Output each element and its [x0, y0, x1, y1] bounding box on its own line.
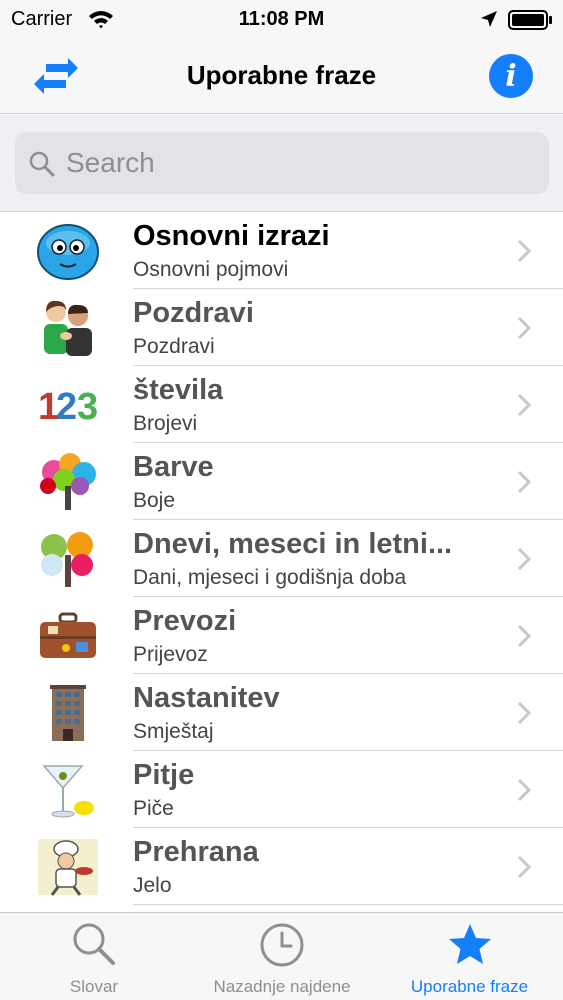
row-title: Dnevi, meseci in letni...: [133, 528, 453, 560]
list-item[interactable]: Osnovni izrazi Osnovni pojmovi: [0, 212, 563, 289]
list-item[interactable]: Barve Boje: [0, 443, 563, 520]
row-title: Osnovni izrazi: [133, 220, 330, 252]
chevron-right-icon: [517, 316, 531, 340]
people-greeting-icon: [44, 300, 92, 356]
smiley-face-icon: [37, 224, 99, 280]
navigation-bar: Uporabne fraze i: [0, 40, 563, 114]
row-subtitle: Smještaj: [133, 720, 214, 743]
location-arrow-icon: [481, 11, 497, 27]
star-icon: [448, 924, 491, 964]
row-subtitle: Brojevi: [133, 412, 198, 435]
numbers-123-icon: 1 2 3: [38, 386, 98, 428]
row-subtitle: Jelo: [133, 874, 172, 897]
battery-icon: [508, 10, 552, 30]
list-item[interactable]: Pozdravi Pozdravi: [0, 289, 563, 366]
row-title: Barve: [133, 451, 214, 483]
svg-text:3: 3: [77, 386, 98, 428]
svg-text:2: 2: [56, 386, 77, 428]
seasons-tree-icon: [41, 532, 93, 587]
tab-uporabne-fraze[interactable]: Uporabne fraze: [376, 913, 563, 1000]
row-title: števila: [133, 374, 224, 406]
info-button[interactable]: i: [489, 54, 533, 98]
list-item[interactable]: 1 2 3 števila Brojevi: [0, 366, 563, 443]
tab-bar: Slovar Nazadnje najdene Uporabne fraze: [0, 912, 563, 1000]
suitcase-icon: [40, 612, 96, 658]
search-placeholder: Search: [66, 147, 155, 178]
list-item[interactable]: Nastanitev Smještaj: [0, 674, 563, 751]
tab-label: Slovar: [69, 977, 119, 996]
row-subtitle: Pozdravi: [133, 335, 215, 358]
row-title: Pitje: [133, 759, 195, 791]
status-time: 11:08 PM: [238, 8, 325, 30]
search-input[interactable]: Search: [15, 132, 549, 194]
chevron-right-icon: [517, 239, 531, 263]
tab-label: Uporabne fraze: [410, 977, 529, 996]
search-icon: [73, 923, 115, 965]
row-subtitle: Osnovni pojmovi: [133, 258, 289, 281]
row-title: Prevozi: [133, 605, 237, 637]
list-item[interactable]: Prevozi Prijevoz: [0, 597, 563, 674]
chevron-right-icon: [517, 547, 531, 571]
colorful-tree-icon: [40, 453, 96, 510]
row-subtitle: Piče: [133, 797, 174, 820]
status-bar: Carrier 11:08 PM: [0, 0, 563, 40]
tab-label: Nazadnje najdene: [213, 977, 351, 996]
row-subtitle: Boje: [133, 489, 176, 512]
list-item[interactable]: Pitje Piče: [0, 751, 563, 828]
list-item[interactable]: Dnevi, meseci in letni... Dani, mjeseci …: [0, 520, 563, 597]
tab-slovar[interactable]: Slovar: [0, 913, 188, 1000]
chef-icon: [38, 839, 98, 896]
row-title: Nastanitev: [133, 682, 280, 714]
chevron-right-icon: [517, 470, 531, 494]
hotel-building-icon: [50, 685, 86, 741]
chevron-right-icon: [517, 624, 531, 648]
info-icon: i: [505, 59, 517, 94]
chevron-right-icon: [517, 393, 531, 417]
row-subtitle: Prijevoz: [133, 643, 208, 666]
page-title: Uporabne fraze: [186, 60, 377, 90]
chevron-right-icon: [517, 701, 531, 725]
tab-nazadnje-najdene[interactable]: Nazadnje najdene: [188, 913, 376, 1000]
row-title: Prehrana: [133, 836, 259, 868]
list-item[interactable]: Prehrana Jelo: [0, 828, 563, 905]
row-separator: [133, 904, 563, 905]
clock-icon: [260, 923, 304, 967]
search-bar: Search: [0, 115, 563, 212]
search-icon: [29, 151, 55, 177]
chevron-right-icon: [517, 778, 531, 802]
row-subtitle: Dani, mjeseci i godišnja doba: [133, 566, 407, 589]
phrase-category-list: Osnovni izrazi Osnovni pojmovi Pozdravi …: [0, 212, 563, 912]
row-title: Pozdravi: [133, 297, 254, 329]
martini-glass-icon: [42, 765, 94, 818]
chevron-right-icon: [517, 855, 531, 879]
